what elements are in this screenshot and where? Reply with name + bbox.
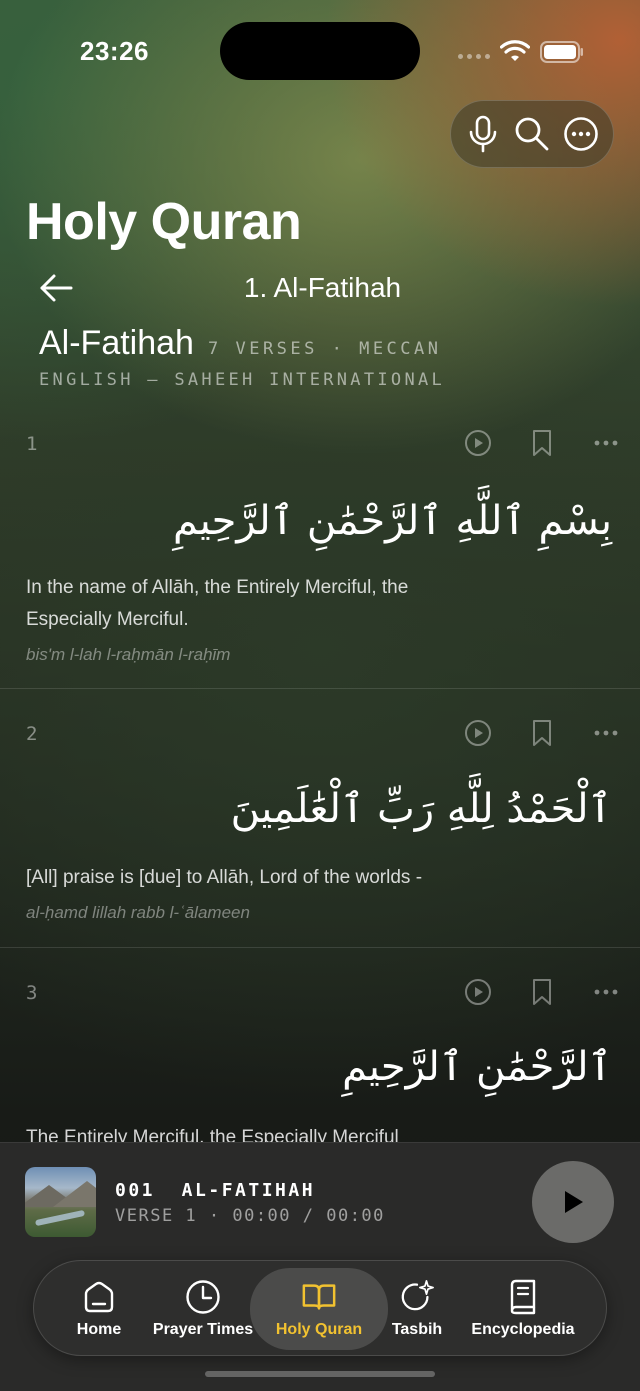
status-time: 23:26 — [80, 36, 149, 66]
tab-label: Tasbih — [391, 1321, 443, 1338]
tab-label: Prayer Times — [152, 1321, 254, 1338]
tab-encyclopedia[interactable]: Encyclopedia — [464, 1268, 582, 1350]
battery-icon — [540, 41, 583, 63]
more-icon[interactable] — [574, 426, 638, 460]
verse-translation: In the name of Allāh, the Entirely Merci… — [26, 577, 409, 630]
home-indicator — [205, 1371, 435, 1377]
player-title: 001 AL-FATIHAH — [115, 1180, 316, 1201]
bookmark-icon[interactable] — [510, 426, 574, 460]
search-icon[interactable] — [512, 114, 552, 154]
sparkle-icon — [399, 1279, 435, 1315]
verse-translation: [All] praise is [due] to Allāh, Lord of … — [26, 867, 423, 888]
album-cover — [25, 1167, 96, 1237]
tab-label: Home — [76, 1321, 122, 1338]
microphone-icon[interactable] — [463, 114, 503, 154]
more-icon[interactable] — [574, 975, 638, 1009]
page-title: Holy Quran — [26, 193, 302, 251]
toolbar-pill — [450, 100, 614, 168]
play-icon — [565, 1191, 583, 1213]
verse-number: 1 — [26, 433, 38, 455]
wifi-icon — [500, 40, 530, 61]
home-icon — [81, 1279, 117, 1315]
verse-transliteration: al-ḥamd lillah rabb l-ʿālameen — [26, 903, 250, 922]
tab-label: Encyclopedia — [471, 1321, 575, 1338]
book-icon — [301, 1279, 337, 1315]
dynamic-island — [220, 22, 420, 80]
more-icon[interactable] — [561, 114, 601, 154]
bookmark-icon[interactable] — [510, 716, 574, 750]
verse-arabic: ٱلْحَمْدُ لِلَّهِ رَبِّ ٱلْعَٰلَمِينَ — [230, 786, 612, 832]
nav-title: 1. Al-Fatihah — [243, 272, 402, 303]
clock-icon — [185, 1279, 221, 1315]
bookmark-icon[interactable] — [510, 975, 574, 1009]
tab-holy-quran[interactable]: Holy Quran — [250, 1268, 388, 1350]
play-button[interactable] — [532, 1161, 614, 1243]
surah-meta: 7 VERSES · MECCAN — [208, 339, 442, 359]
encyclopedia-icon — [505, 1279, 541, 1315]
verse-number: 3 — [26, 982, 38, 1004]
verse-arabic: بِسْمِ ٱللَّهِ ٱلرَّحْمَٰنِ ٱلرَّحِيمِ — [172, 498, 612, 544]
translation-label: ENGLISH — SAHEEH INTERNATIONAL — [39, 370, 446, 390]
tab-label: Holy Quran — [275, 1321, 363, 1338]
play-icon[interactable] — [446, 975, 510, 1009]
cellular-signal-icon — [458, 54, 490, 59]
player-subtitle: VERSE 1 · 00:00 / 00:00 — [115, 1206, 385, 1226]
verse-number: 2 — [26, 723, 38, 745]
more-icon[interactable] — [574, 716, 638, 750]
divider — [0, 947, 640, 948]
verse-transliteration: bis'm l-lah l-raḥmān l-raḥīm — [26, 645, 231, 664]
tab-prayer-times[interactable]: Prayer Times — [148, 1268, 258, 1350]
tab-tasbih[interactable]: Tasbih — [382, 1268, 452, 1350]
tab-home[interactable]: Home — [60, 1268, 138, 1350]
play-icon[interactable] — [446, 716, 510, 750]
divider — [0, 688, 640, 689]
surah-name: Al-Fatihah — [39, 324, 194, 362]
verse-arabic: ٱلرَّحْمَٰنِ ٱلرَّحِيمِ — [342, 1044, 612, 1090]
play-icon[interactable] — [446, 426, 510, 460]
